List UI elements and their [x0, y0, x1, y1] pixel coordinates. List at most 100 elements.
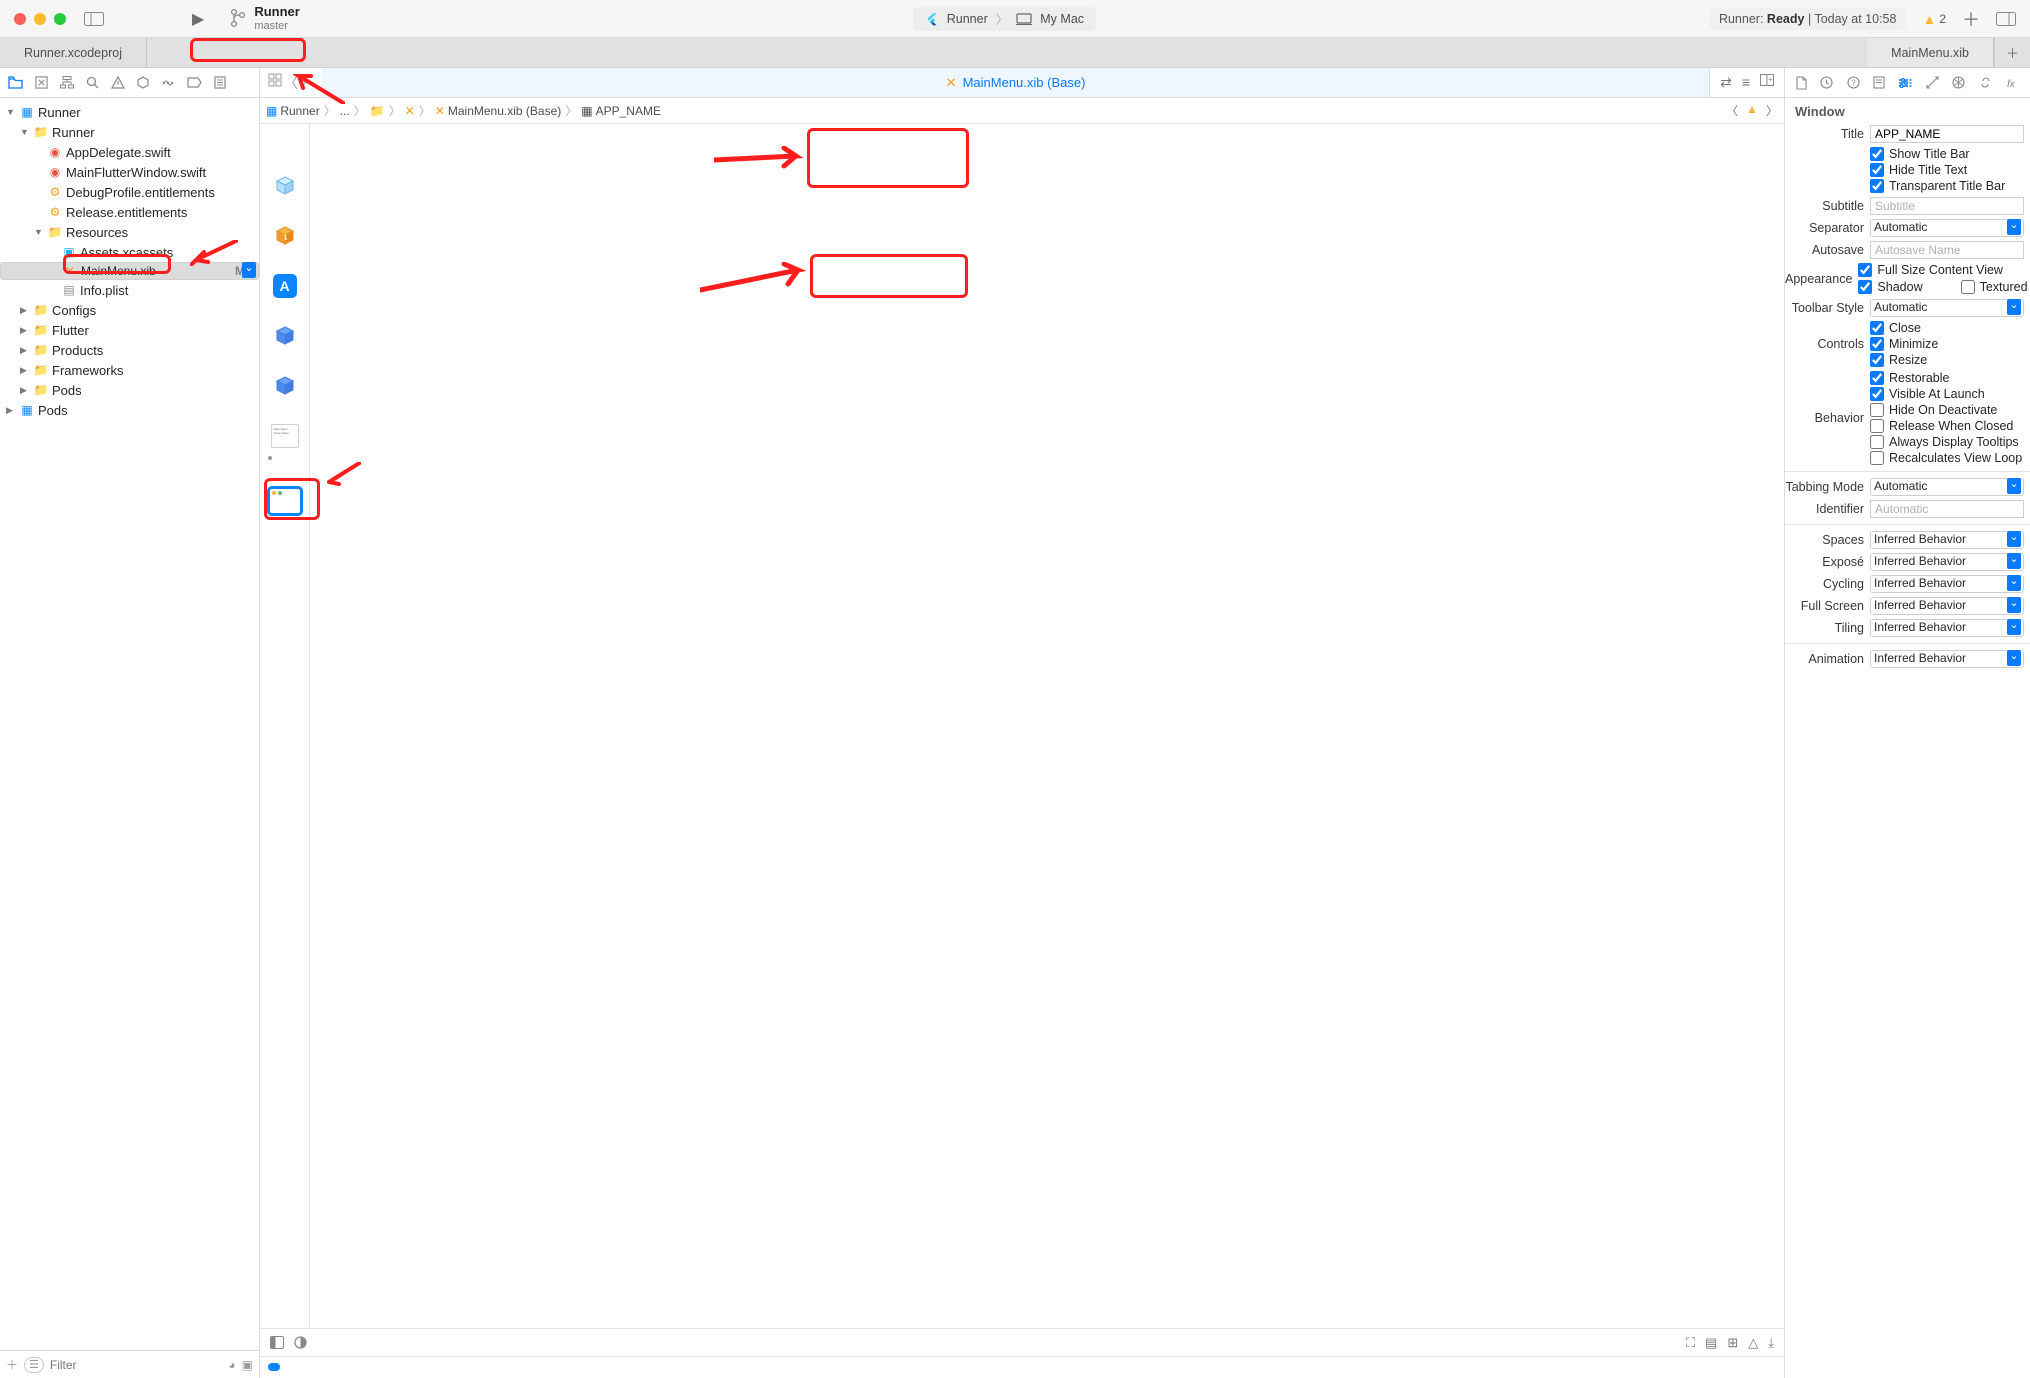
go-forward-icon[interactable]: 〉 — [300, 73, 314, 93]
resize-checkbox[interactable]: Resize — [1870, 352, 2024, 368]
identity-inspector-icon[interactable] — [1873, 76, 1885, 89]
tabbing-mode-select[interactable]: Automatic — [1870, 478, 2024, 496]
object-cube-icon[interactable] — [273, 324, 297, 348]
tree-item[interactable]: ▼▦Runner — [0, 102, 259, 122]
find-navigator-icon[interactable] — [86, 76, 99, 89]
close-checkbox[interactable]: Close — [1870, 320, 2024, 336]
project-navigator-icon[interactable] — [8, 76, 23, 89]
test-navigator-icon[interactable] — [137, 76, 149, 89]
spaces-select[interactable]: Inferred Behavior — [1870, 531, 2024, 549]
history-inspector-icon[interactable] — [1820, 76, 1833, 89]
add-tab-button[interactable]: ＋ — [1994, 38, 2030, 67]
minimize-checkbox[interactable]: Minimize — [1870, 336, 2024, 352]
tree-item[interactable]: ▶📁Flutter — [0, 320, 259, 340]
textured-checkbox[interactable]: Textured — [1961, 279, 2028, 295]
hide-title-text-checkbox[interactable]: Hide Title Text — [1870, 162, 2024, 178]
transparent-title-bar-checkbox[interactable]: Transparent Title Bar — [1870, 178, 2024, 194]
project-tab-mainmenu[interactable]: MainMenu.xib — [1867, 38, 1994, 67]
tree-item[interactable]: ◉MainFlutterWindow.swift — [0, 162, 259, 182]
symbol-navigator-icon[interactable] — [60, 76, 74, 89]
visible-at-launch-checkbox[interactable]: Visible At Launch — [1870, 386, 2024, 402]
document-outline-toggle-icon[interactable] — [270, 1336, 284, 1349]
scheme-selector[interactable]: Runner 〉 My Mac — [913, 7, 1096, 31]
tree-item[interactable]: ▶📁Products — [0, 340, 259, 360]
connections-inspector-icon[interactable] — [1952, 76, 1965, 89]
files-owner-icon[interactable] — [273, 174, 297, 198]
effects-inspector-icon[interactable]: fx — [2005, 77, 2019, 89]
first-responder-icon[interactable]: 1 — [273, 224, 297, 248]
window-object[interactable] — [267, 486, 303, 516]
toggle-inspector-icon[interactable] — [1996, 12, 2016, 26]
jump-bar[interactable]: ▦Runner〉 ...〉 📁〉 ✕〉 ✕MainMenu.xib (Base)… — [260, 98, 1784, 124]
zoom-window[interactable] — [54, 13, 66, 25]
separator-select[interactable]: Automatic — [1870, 219, 2024, 237]
device-config-icon[interactable]: ⛶ — [1686, 1335, 1695, 1351]
main-menu-object[interactable]: New Open… Close Save — [271, 424, 299, 448]
toggle-navigator-icon[interactable] — [82, 9, 106, 29]
subtitle-field[interactable] — [1870, 197, 2024, 215]
editor-options-icon[interactable]: ≡ — [1742, 74, 1750, 91]
align-icon[interactable]: ▤ — [1705, 1335, 1717, 1351]
run-button[interactable]: ▶ — [192, 9, 204, 29]
tag-indicator[interactable] — [268, 1363, 280, 1371]
project-tab-runner[interactable]: Runner.xcodeproj — [0, 38, 147, 67]
editor-tab[interactable]: ✕ MainMenu.xib (Base) — [322, 68, 1710, 97]
tree-item[interactable]: ▤Info.plist — [0, 280, 259, 300]
tree-item[interactable]: ▶📁Pods — [0, 380, 259, 400]
swap-editor-icon[interactable]: ⇄ — [1720, 74, 1732, 91]
hide-on-deactivate-checkbox[interactable]: Hide On Deactivate — [1870, 402, 2024, 418]
tree-item[interactable]: ✕MainMenu.xibM — [0, 262, 259, 280]
tree-item[interactable]: ▶📁Frameworks — [0, 360, 259, 380]
animation-select[interactable]: Inferred Behavior — [1870, 650, 2024, 668]
recalculates-view-loop-checkbox[interactable]: Recalculates View Loop — [1870, 450, 2024, 466]
resolve-issues-icon[interactable]: △ — [1748, 1335, 1758, 1351]
bindings-inspector-icon[interactable] — [1979, 76, 1992, 89]
tree-item[interactable]: ◉AppDelegate.swift — [0, 142, 259, 162]
tree-item[interactable]: ▼📁Resources — [0, 222, 259, 242]
source-control-navigator-icon[interactable] — [35, 76, 48, 89]
full-screen-select[interactable]: Inferred Behavior — [1870, 597, 2024, 615]
add-file-button[interactable]: ＋ — [6, 1356, 18, 1373]
scm-filter-icon[interactable]: ▣ — [242, 1358, 253, 1372]
object-cube-icon-2[interactable] — [273, 374, 297, 398]
library-button[interactable]: ＋ — [1962, 6, 1980, 32]
tree-item[interactable]: ▣Assets.xcassets — [0, 242, 259, 262]
tree-item[interactable]: ⚙DebugProfile.entitlements — [0, 182, 259, 202]
issues-badge[interactable]: ▲ 2 — [1922, 11, 1946, 27]
crumb-prev-icon[interactable]: 〈 — [1726, 102, 1738, 119]
tree-item[interactable]: ⚙Release.entitlements — [0, 202, 259, 222]
identifier-field[interactable] — [1870, 500, 2024, 518]
tree-item[interactable]: ▼📁Runner — [0, 122, 259, 142]
file-inspector-icon[interactable] — [1796, 76, 1807, 90]
shadow-checkbox[interactable]: Shadow — [1858, 279, 1922, 295]
size-inspector-icon[interactable] — [1926, 76, 1939, 89]
recent-files-icon[interactable]: ◕ — [228, 1358, 235, 1372]
breakpoint-navigator-icon[interactable] — [187, 77, 202, 88]
tree-item[interactable]: ▶▦Pods — [0, 400, 259, 420]
tiling-select[interactable]: Inferred Behavior — [1870, 619, 2024, 637]
always-tooltips-checkbox[interactable]: Always Display Tooltips — [1870, 434, 2024, 450]
title-field[interactable] — [1870, 125, 2024, 143]
release-when-closed-checkbox[interactable]: Release When Closed — [1870, 418, 2024, 434]
toolbar-style-select[interactable]: Automatic — [1870, 299, 2024, 317]
scheme-branch[interactable]: Runner master — [230, 5, 300, 31]
go-back-icon[interactable]: 〈 — [284, 73, 298, 93]
expose-select[interactable]: Inferred Behavior — [1870, 553, 2024, 571]
filter-scope-icon[interactable]: ☰ — [24, 1357, 44, 1373]
appearance-toggle-icon[interactable] — [294, 1336, 307, 1349]
debug-navigator-icon[interactable] — [161, 77, 175, 89]
pin-icon[interactable]: ⊞ — [1727, 1335, 1738, 1351]
close-window[interactable] — [14, 13, 26, 25]
filter-input[interactable] — [50, 1358, 223, 1372]
cycling-select[interactable]: Inferred Behavior — [1870, 575, 2024, 593]
crumb-next-icon[interactable]: 〉 — [1766, 102, 1778, 119]
show-title-bar-checkbox[interactable]: Show Title Bar — [1870, 146, 2024, 162]
attributes-inspector-icon[interactable] — [1898, 77, 1912, 89]
add-editor-icon[interactable]: + — [1760, 74, 1774, 91]
canvas[interactable] — [310, 124, 1784, 1328]
minimize-window[interactable] — [34, 13, 46, 25]
issue-navigator-icon[interactable] — [111, 76, 125, 89]
help-inspector-icon[interactable]: ? — [1847, 76, 1860, 89]
embed-icon[interactable]: ⤓ — [1768, 1335, 1774, 1351]
autosave-field[interactable] — [1870, 241, 2024, 259]
